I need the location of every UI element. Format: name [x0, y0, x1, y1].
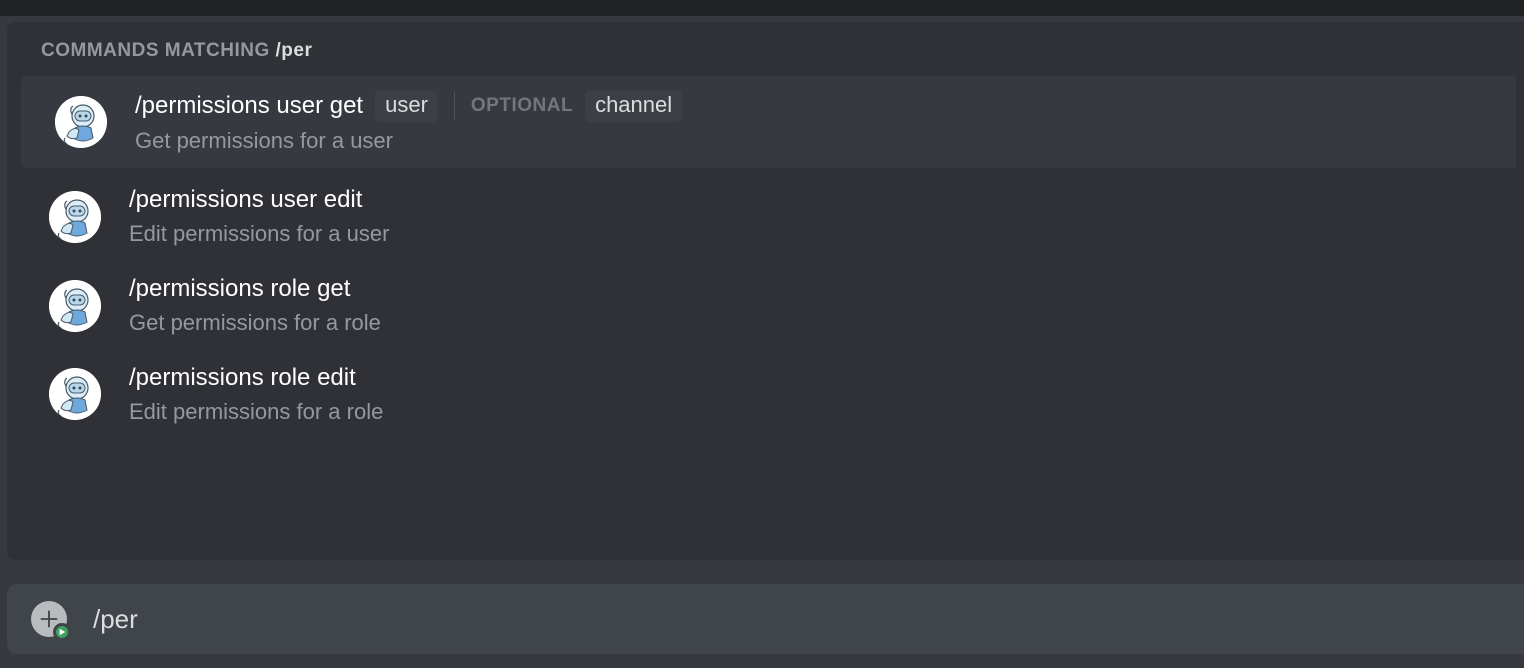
message-input-bar[interactable]: [7, 584, 1524, 654]
command-description: Get permissions for a user: [135, 128, 682, 154]
attach-button[interactable]: [31, 601, 67, 637]
command-description: Edit permissions for a user: [129, 221, 389, 247]
command-option[interactable]: /permissions user edit Edit permissions f…: [15, 172, 1516, 261]
command-line: /permissions user get user OPTIONAL channel: [135, 90, 682, 122]
autocomplete-header: COMMANDS MATCHING /per: [7, 40, 1524, 76]
window-top-bar: [0, 0, 1524, 16]
command-line: /permissions role get: [129, 275, 381, 304]
command-description: Edit permissions for a role: [129, 399, 383, 425]
bot-avatar-icon: [49, 280, 101, 332]
command-name: /permissions role get: [129, 275, 350, 304]
bot-avatar-icon: [55, 96, 107, 148]
command-name: /permissions user edit: [129, 186, 362, 215]
header-prefix: COMMANDS MATCHING: [41, 40, 276, 61]
message-input[interactable]: [93, 604, 1500, 635]
command-autocomplete-popup: COMMANDS MATCHING /per /permissions user…: [7, 22, 1524, 560]
command-list: /permissions user get user OPTIONAL channel…: [7, 76, 1524, 439]
command-description: Get permissions for a role: [129, 310, 381, 336]
command-text: /permissions role edit Edit permissions f…: [129, 364, 383, 425]
command-name: /permissions user get: [135, 92, 363, 121]
command-text: /permissions user get user OPTIONAL channel…: [135, 90, 682, 154]
param-divider: [454, 92, 455, 120]
header-query: /per: [276, 40, 313, 61]
command-name: /permissions role edit: [129, 364, 356, 393]
command-option[interactable]: /permissions role edit Edit permissions f…: [15, 350, 1516, 439]
optional-label: OPTIONAL: [471, 95, 573, 118]
command-option[interactable]: /permissions role get Get permissions for…: [15, 261, 1516, 350]
bot-avatar-icon: [49, 368, 101, 420]
command-optional-param: channel: [585, 90, 682, 122]
command-text: /permissions user edit Edit permissions f…: [129, 186, 389, 247]
command-option[interactable]: /permissions user get user OPTIONAL channel…: [21, 76, 1516, 168]
command-line: /permissions user edit: [129, 186, 389, 215]
bot-avatar-icon: [49, 191, 101, 243]
command-text: /permissions role get Get permissions for…: [129, 275, 381, 336]
command-param: user: [375, 90, 438, 122]
command-line: /permissions role edit: [129, 364, 383, 393]
play-badge-icon: [53, 623, 71, 641]
